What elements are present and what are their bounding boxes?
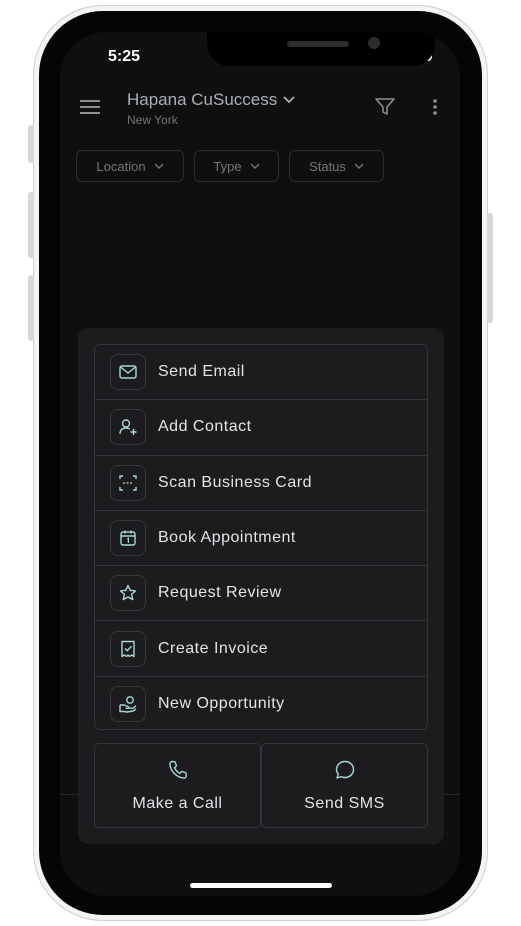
add-contact-item[interactable]: Add Contact: [95, 400, 427, 456]
calendar-icon: [110, 520, 146, 557]
chip-label: Status: [309, 158, 346, 174]
filter-chip-location[interactable]: Location: [76, 150, 184, 182]
screen: 5:25 24 Hapana CuSuccess New York Locati…: [60, 32, 460, 896]
home-indicator[interactable]: [190, 883, 332, 888]
new-opportunity-item[interactable]: New Opportunity: [95, 677, 427, 729]
quick-actions-sheet: Send Email Add Contact Scan Business Car…: [78, 328, 444, 844]
volume-down-button: [28, 275, 34, 341]
mail-icon: [110, 354, 146, 391]
scan-business-card-item[interactable]: Scan Business Card: [95, 456, 427, 511]
location-selector[interactable]: Hapana CuSuccess: [127, 90, 295, 110]
chip-label: Location: [96, 158, 146, 174]
menu-item-label: Request Review: [158, 584, 282, 602]
power-button: [487, 213, 493, 323]
chat-bubble-icon: [334, 759, 356, 781]
chevron-down-icon: [354, 163, 364, 169]
book-appointment-item[interactable]: Book Appointment: [95, 511, 427, 567]
menu-item-label: Send Email: [158, 363, 245, 381]
user-plus-icon: [110, 409, 146, 446]
send-email-item[interactable]: Send Email: [95, 345, 427, 401]
hand-coin-icon: [110, 686, 146, 723]
make-call-button[interactable]: Make a Call: [94, 743, 261, 828]
menu-item-label: Book Appointment: [158, 529, 296, 547]
star-icon: [110, 575, 146, 612]
filter-chip-status[interactable]: Status: [289, 150, 384, 182]
send-sms-button[interactable]: Send SMS: [261, 743, 428, 828]
chevron-down-icon: [250, 163, 260, 169]
quick-actions-list: Send Email Add Contact Scan Business Car…: [94, 344, 428, 730]
contact-actions: Make a Call Send SMS: [94, 743, 428, 828]
hamburger-menu-icon[interactable]: [80, 100, 100, 114]
more-options-icon[interactable]: [432, 98, 438, 116]
filter-chip-type[interactable]: Type: [194, 150, 279, 182]
speaker: [287, 41, 349, 47]
page-title: Hapana CuSuccess: [127, 90, 278, 109]
menu-item-label: Scan Business Card: [158, 473, 312, 491]
status-time: 5:25: [108, 48, 141, 65]
invoice-icon: [110, 630, 146, 667]
volume-up-button: [28, 192, 34, 258]
action-label: Make a Call: [132, 794, 223, 812]
request-review-item[interactable]: Request Review: [95, 566, 427, 622]
filter-icon[interactable]: [375, 98, 395, 116]
scan-icon: [110, 464, 146, 501]
chevron-down-icon: [283, 96, 295, 104]
chip-label: Type: [213, 158, 242, 174]
chevron-down-icon: [154, 163, 164, 169]
notch: [207, 32, 435, 66]
menu-item-label: New Opportunity: [158, 695, 285, 713]
create-invoice-item[interactable]: Create Invoice: [95, 621, 427, 677]
phone-icon: [167, 759, 189, 781]
menu-item-label: Add Contact: [158, 418, 252, 436]
page-subtitle: New York: [127, 113, 178, 127]
mute-switch: [28, 125, 34, 163]
front-camera: [368, 37, 380, 49]
menu-item-label: Create Invoice: [158, 639, 269, 657]
action-label: Send SMS: [304, 794, 385, 812]
